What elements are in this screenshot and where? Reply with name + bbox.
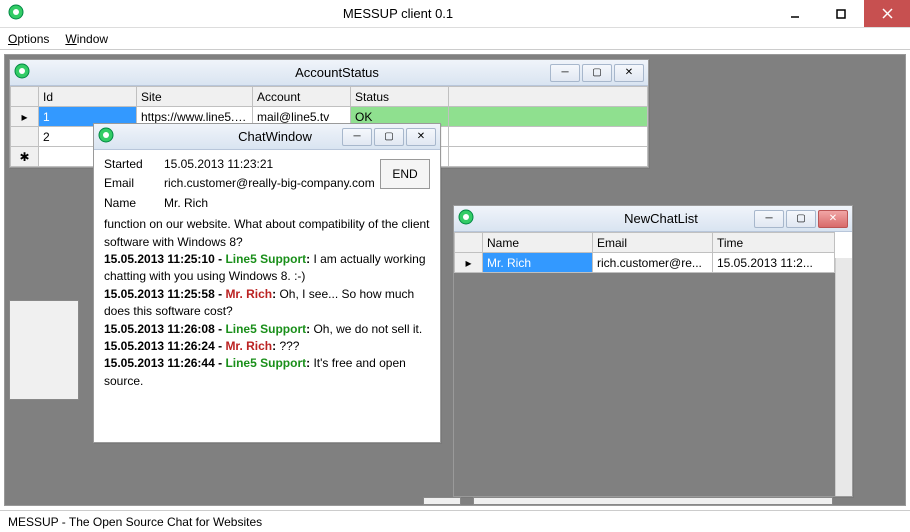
- col-email[interactable]: Email: [593, 233, 713, 253]
- minimize-icon[interactable]: ─: [754, 210, 784, 228]
- close-icon[interactable]: ✕: [406, 128, 436, 146]
- table-row[interactable]: ▸ Mr. Rich rich.customer@re... 15.05.201…: [455, 253, 835, 273]
- close-icon[interactable]: ✕: [818, 210, 848, 228]
- row-indicator-icon: ▸: [455, 253, 483, 273]
- chatwindow-titlebar[interactable]: ChatWindow ─ ▢ ✕: [94, 124, 440, 150]
- window-controls: [772, 0, 910, 27]
- app-icon: [14, 63, 30, 82]
- chat-line: 15.05.2013 11:25:58 - Mr. Rich: Oh, I se…: [104, 286, 430, 321]
- chat-line: 15.05.2013 11:25:10 - Line5 Support: I a…: [104, 251, 430, 286]
- chat-line: 15.05.2013 11:26:08 - Line5 Support: Oh,…: [104, 321, 430, 338]
- chat-line: 15.05.2013 11:26:44 - Line5 Support: It'…: [104, 355, 430, 390]
- col-time[interactable]: Time: [713, 233, 835, 253]
- chatwindow-window[interactable]: ChatWindow ─ ▢ ✕ Started 15.05.2013 11:2…: [93, 123, 441, 443]
- chat-line: 15.05.2013 11:26:24 - Mr. Rich: ???: [104, 338, 430, 355]
- label-name: Name: [104, 195, 164, 212]
- panel-edge: [423, 497, 461, 505]
- panel-edge: [473, 497, 833, 505]
- scrollbar[interactable]: [835, 258, 852, 496]
- status-bar: MESSUP - The Open Source Chat for Websit…: [0, 510, 910, 532]
- row-indicator-icon: ▸: [11, 107, 39, 127]
- menu-bar: Options Window: [0, 28, 910, 50]
- newchatlist-titlebar[interactable]: NewChatList ─ ▢ ✕: [454, 206, 852, 232]
- col-account[interactable]: Account: [253, 87, 351, 107]
- chat-line: function on our website. What about comp…: [104, 216, 430, 251]
- grid-header-row: Id Site Account Status: [11, 87, 648, 107]
- value-name: Mr. Rich: [164, 195, 380, 212]
- main-title: MESSUP client 0.1: [24, 6, 772, 21]
- close-button[interactable]: [864, 0, 910, 27]
- app-icon: [458, 209, 474, 228]
- newchatlist-grid[interactable]: Name Email Time ▸ Mr. Rich rich.customer…: [454, 232, 835, 273]
- app-icon: [98, 127, 114, 146]
- maximize-icon[interactable]: ▢: [786, 210, 816, 228]
- minimize-button[interactable]: [772, 0, 818, 27]
- chat-log: function on our website. What about comp…: [104, 216, 430, 390]
- new-row-icon: ✱: [11, 147, 39, 167]
- minimize-icon[interactable]: ─: [342, 128, 372, 146]
- app-icon: [8, 4, 24, 23]
- value-started: 15.05.2013 11:23:21: [164, 156, 380, 173]
- mdi-area: AccountStatus ─ ▢ ✕ Id Site Account Stat…: [4, 54, 906, 506]
- panel-edge: [9, 300, 79, 400]
- main-titlebar: MESSUP client 0.1: [0, 0, 910, 28]
- col-site[interactable]: Site: [137, 87, 253, 107]
- newchatlist-window[interactable]: NewChatList ─ ▢ ✕ Name Email Time ▸ Mr. …: [453, 205, 853, 497]
- label-email: Email: [104, 175, 164, 192]
- accountstatus-titlebar[interactable]: AccountStatus ─ ▢ ✕: [10, 60, 648, 86]
- maximize-button[interactable]: [818, 0, 864, 27]
- end-button[interactable]: END: [380, 159, 430, 189]
- menu-window[interactable]: Window: [65, 32, 108, 46]
- close-icon[interactable]: ✕: [614, 64, 644, 82]
- menu-options[interactable]: Options: [8, 32, 49, 46]
- minimize-icon[interactable]: ─: [550, 64, 580, 82]
- col-id[interactable]: Id: [39, 87, 137, 107]
- value-email: rich.customer@really-big-company.com: [164, 175, 380, 192]
- col-status[interactable]: Status: [351, 87, 449, 107]
- maximize-icon[interactable]: ▢: [582, 64, 612, 82]
- maximize-icon[interactable]: ▢: [374, 128, 404, 146]
- status-text: MESSUP - The Open Source Chat for Websit…: [8, 515, 262, 529]
- grid-header-row: Name Email Time: [455, 233, 835, 253]
- label-started: Started: [104, 156, 164, 173]
- col-name[interactable]: Name: [483, 233, 593, 253]
